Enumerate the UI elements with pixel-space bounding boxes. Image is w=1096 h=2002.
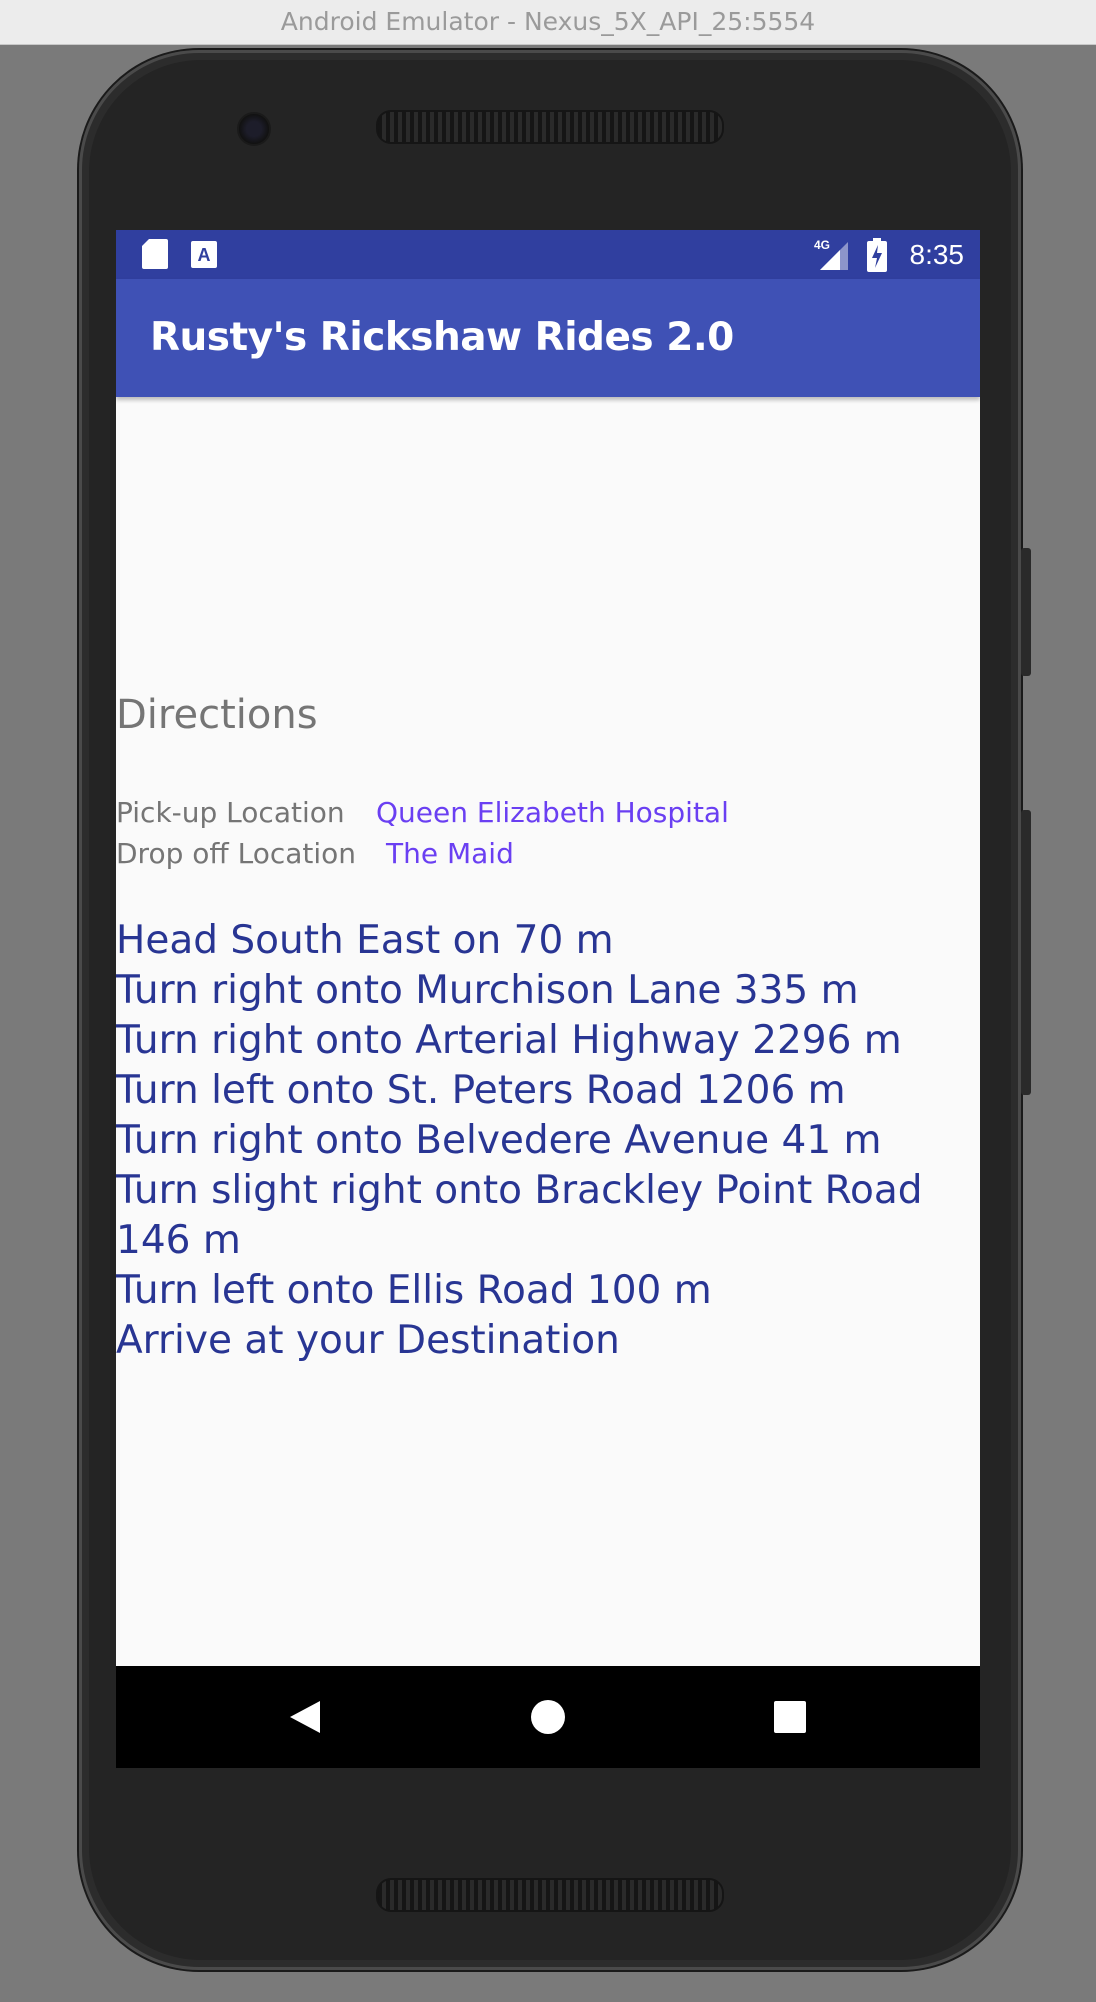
recents-icon — [774, 1701, 806, 1733]
status-time: 8:35 — [909, 239, 965, 270]
app-title: Rusty's Rickshaw Rides 2.0 — [150, 315, 734, 360]
pickup-value: Queen Elizabeth Hospital — [376, 796, 729, 829]
navigation-bar — [116, 1666, 980, 1768]
app-bar: Rusty's Rickshaw Rides 2.0 — [116, 279, 980, 397]
direction-step: Turn left onto Ellis Road 100 m — [116, 1268, 712, 1313]
dropoff-value: The Maid — [386, 837, 514, 870]
recents-button[interactable] — [730, 1666, 850, 1768]
svg-text:A: A — [198, 245, 211, 265]
power-button[interactable] — [1021, 548, 1031, 676]
front-camera — [237, 112, 271, 146]
direction-step: Turn right onto Belvedere Avenue 41 m — [116, 1118, 882, 1163]
direction-step: Turn right onto Arterial Highway 2296 m — [116, 1018, 902, 1063]
device-screen: A 4G 8:35 Rusty's Rickshaw Rides 2.0 Dir… — [116, 230, 980, 1768]
signal-4g-icon: 4G — [814, 238, 850, 277]
sd-card-icon — [142, 239, 168, 274]
volume-button[interactable] — [1021, 810, 1031, 1095]
battery-charging-icon — [867, 238, 887, 277]
home-button[interactable] — [488, 1666, 608, 1768]
network-type-label: 4G — [814, 238, 830, 252]
direction-step: Arrive at your Destination — [116, 1318, 620, 1363]
directions-list: Head South East on 70 m Turn right onto … — [116, 916, 980, 1366]
directions-heading: Directions — [116, 692, 318, 738]
bottom-speaker — [376, 1878, 724, 1912]
dropoff-label: Drop off Location — [116, 837, 357, 870]
back-button[interactable] — [245, 1666, 365, 1768]
window-title: Android Emulator - Nexus_5X_API_25:5554 — [280, 7, 816, 36]
top-speaker — [376, 110, 724, 144]
direction-step: Turn left onto St. Peters Road 1206 m — [116, 1068, 846, 1113]
direction-step: Head South East on 70 m — [116, 918, 614, 963]
pickup-label: Pick-up Location — [116, 796, 345, 829]
direction-step: Turn right onto Murchison Lane 335 m — [116, 968, 859, 1013]
status-bar: A 4G 8:35 — [116, 230, 980, 279]
keyboard-a-icon: A — [191, 241, 217, 273]
back-icon — [290, 1701, 320, 1733]
direction-step: Turn slight right onto Brackley Point Ro… — [116, 1168, 923, 1263]
home-icon — [531, 1700, 565, 1734]
window-titlebar: Android Emulator - Nexus_5X_API_25:5554 — [0, 0, 1096, 45]
